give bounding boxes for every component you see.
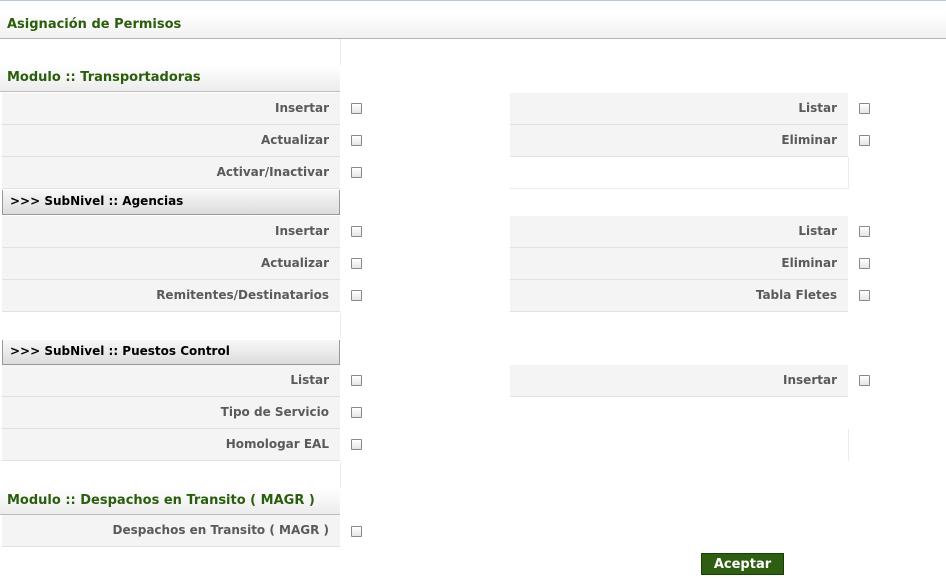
- permission-row: Homologar EAL: [2, 429, 340, 461]
- permission-label: Activar/Inactivar: [216, 165, 329, 179]
- spacer-cell: [0, 313, 341, 339]
- subnivel-title: >>> SubNivel :: Agencias: [10, 194, 184, 208]
- permission-row: Actualizar: [2, 125, 340, 157]
- permission-checkbox[interactable]: [351, 439, 362, 450]
- permission-row: Eliminar: [510, 248, 848, 280]
- permission-checkbox[interactable]: [859, 375, 870, 386]
- permission-label: Actualizar: [260, 133, 329, 147]
- permission-checkbox[interactable]: [351, 226, 362, 237]
- module-header-transportadoras: Modulo :: Transportadoras: [0, 65, 340, 92]
- permission-row: Listar: [510, 216, 848, 248]
- permission-checkbox[interactable]: [859, 103, 870, 114]
- permission-row: Insertar: [2, 93, 340, 125]
- module-title: Modulo :: Transportadoras: [7, 70, 201, 85]
- permission-label: Actualizar: [260, 256, 329, 270]
- permission-label: Insertar: [275, 224, 329, 238]
- permission-checkbox[interactable]: [351, 526, 362, 537]
- permission-checkbox[interactable]: [351, 375, 362, 386]
- empty-cell: [510, 157, 849, 189]
- permission-checkbox[interactable]: [351, 258, 362, 269]
- permission-label: Insertar: [783, 373, 837, 387]
- permission-checkbox[interactable]: [351, 290, 362, 301]
- permission-checkbox[interactable]: [351, 103, 362, 114]
- subnivel-header-agencias: >>> SubNivel :: Agencias: [2, 190, 340, 215]
- permission-row: Tabla Fletes: [510, 280, 848, 312]
- permission-checkbox[interactable]: [859, 135, 870, 146]
- permission-row: Eliminar: [510, 125, 848, 157]
- permission-checkbox[interactable]: [859, 290, 870, 301]
- permission-label: Eliminar: [781, 256, 837, 270]
- page-header: Asignación de Permisos: [0, 13, 946, 39]
- permission-row: Tipo de Servicio: [2, 397, 340, 429]
- module-title: Modulo :: Despachos en Transito ( MAGR ): [7, 493, 315, 508]
- permission-label: Despachos en Transito ( MAGR ): [112, 523, 330, 537]
- permission-checkbox[interactable]: [351, 407, 362, 418]
- permission-checkbox[interactable]: [351, 167, 362, 178]
- permission-label: Eliminar: [781, 133, 837, 147]
- spacer-cell: [0, 39, 341, 65]
- module-header-despachos: Modulo :: Despachos en Transito ( MAGR ): [0, 488, 340, 515]
- permission-row: Listar: [2, 365, 340, 397]
- permission-row: Activar/Inactivar: [2, 157, 340, 189]
- permission-row: Insertar: [510, 365, 848, 397]
- spacer-cell: [0, 462, 341, 488]
- permission-row: Insertar: [2, 216, 340, 248]
- page-title: Asignación de Permisos: [7, 17, 182, 32]
- permission-label: Remitentes/Destinatarios: [156, 288, 329, 302]
- top-border-line: [0, 0, 946, 1]
- permission-checkbox[interactable]: [351, 135, 362, 146]
- permission-label: Insertar: [275, 101, 329, 115]
- subnivel-header-puestos-control: >>> SubNivel :: Puestos Control: [2, 340, 340, 365]
- subnivel-title: >>> SubNivel :: Puestos Control: [10, 344, 230, 358]
- permission-checkbox[interactable]: [859, 258, 870, 269]
- permission-label: Tipo de Servicio: [220, 405, 329, 419]
- permission-row: Remitentes/Destinatarios: [2, 280, 340, 312]
- column-divider: [848, 429, 849, 461]
- permission-label: Listar: [798, 224, 837, 238]
- permission-label: Tabla Fletes: [755, 288, 837, 302]
- permission-checkbox[interactable]: [859, 226, 870, 237]
- permission-label: Listar: [798, 101, 837, 115]
- accept-button[interactable]: Aceptar: [701, 553, 784, 575]
- permission-row: Actualizar: [2, 248, 340, 280]
- permission-row: Despachos en Transito ( MAGR ): [2, 515, 340, 547]
- permission-row: Listar: [510, 93, 848, 125]
- permission-label: Homologar EAL: [225, 437, 329, 451]
- permission-label: Listar: [290, 373, 329, 387]
